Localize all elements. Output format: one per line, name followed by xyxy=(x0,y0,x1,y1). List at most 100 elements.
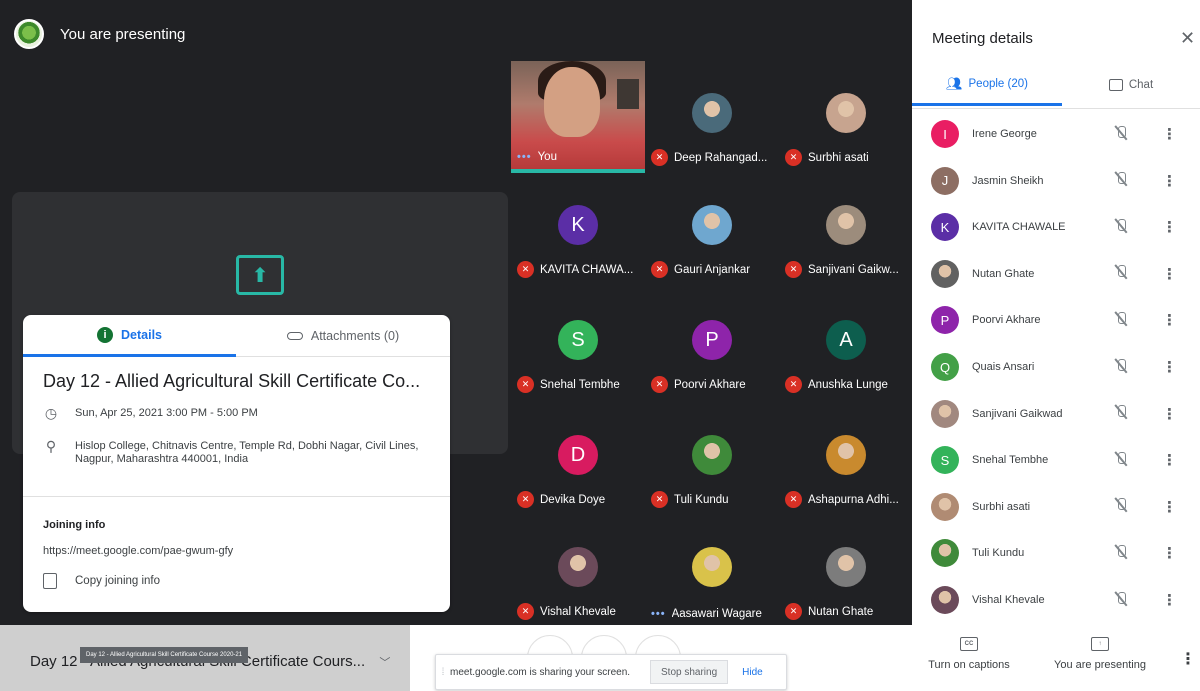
drag-handle-icon[interactable]: ⁞ xyxy=(436,667,450,678)
mic-off-icon: ✕ xyxy=(517,376,534,393)
screen-share-notice: ⁞ meet.google.com is sharing your screen… xyxy=(435,654,787,690)
person-name: Tuli Kundu xyxy=(972,547,1025,560)
participant-name-row: ✕ Vishal Khevale xyxy=(517,603,641,620)
participant-tile[interactable]: ✕ Nutan Ghate xyxy=(779,515,913,626)
more-vert-icon[interactable]: ⋮ xyxy=(1162,265,1177,283)
joining-info-title: Joining info xyxy=(43,519,106,531)
person-name: Sanjivani Gaikwad xyxy=(972,407,1063,420)
mic-off-icon: ✕ xyxy=(785,491,802,508)
person-row[interactable]: I Irene George ⋮ xyxy=(912,111,1200,157)
avatar: A xyxy=(826,320,866,360)
participant-name-row: ✕ Devika Doye xyxy=(517,491,641,508)
participant-name: Nutan Ghate xyxy=(808,605,874,618)
more-vert-icon[interactable]: ⋮ xyxy=(1162,451,1177,469)
copy-joining-info-button[interactable]: Copy joining info xyxy=(43,573,160,589)
person-row[interactable]: Vishal Khevale ⋮ xyxy=(912,577,1200,623)
event-location-row: ⚲ Hislop College, Chitnavis Centre, Temp… xyxy=(43,439,433,466)
person-row[interactable]: K KAVITA CHAWALE ⋮ xyxy=(912,204,1200,250)
stop-sharing-button[interactable]: Stop sharing xyxy=(650,660,729,684)
person-name: Quais Ansari xyxy=(972,361,1035,373)
mic-off-icon: ✕ xyxy=(785,261,802,278)
person-row[interactable]: Tuli Kundu ⋮ xyxy=(912,530,1200,576)
avatar: D xyxy=(558,435,598,475)
person-name: Snehal Tembhe xyxy=(972,454,1049,467)
tab-chat[interactable]: Chat xyxy=(1062,64,1200,106)
tab-people[interactable]: 👥︎ People (20) xyxy=(912,64,1062,106)
participant-tile[interactable]: ✕ Gauri Anjankar xyxy=(645,173,779,284)
more-vert-icon[interactable]: ⋮ xyxy=(1162,218,1177,236)
avatar: P xyxy=(931,306,959,335)
participant-tile[interactable]: ✕ Tuli Kundu xyxy=(645,403,779,514)
presenting-text: You are presenting xyxy=(60,25,186,43)
hide-button[interactable]: Hide xyxy=(742,667,763,678)
participant-tile[interactable]: P ✕ Poorvi Akhare xyxy=(645,288,779,399)
person-name: Poorvi Akhare xyxy=(972,314,1041,327)
person-row[interactable]: Q Quais Ansari ⋮ xyxy=(912,344,1200,390)
mic-off-icon xyxy=(1115,497,1127,516)
tab-chat-label: Chat xyxy=(1128,79,1154,91)
more-vert-icon[interactable]: ⋮ xyxy=(1162,544,1177,562)
participant-tile[interactable]: ✕ Ashapurna Adhi... xyxy=(779,403,913,514)
more-vert-icon[interactable]: ⋮ xyxy=(1162,591,1177,609)
tab-details[interactable]: i Details xyxy=(23,315,236,357)
person-name: Irene George xyxy=(972,128,1037,140)
participant-tile[interactable]: D ✕ Devika Doye xyxy=(511,403,645,514)
participant-tile[interactable]: A ✕ Anushka Lunge xyxy=(779,288,913,399)
avatar xyxy=(931,492,959,521)
participant-tile[interactable]: ••• You xyxy=(511,61,645,173)
participant-tile[interactable]: ••• Aasawari Wagare xyxy=(645,515,779,626)
participant-tile[interactable]: ✕ Sanjivani Gaikw... xyxy=(779,173,913,284)
close-icon: ✕ xyxy=(1180,28,1196,48)
more-options-button[interactable]: ⋮ xyxy=(1180,649,1196,669)
tab-attachments-label: Attachments (0) xyxy=(310,329,400,343)
info-icon: i xyxy=(97,326,113,343)
meeting-name-tooltip: Day 12 - Allied Agricultural Skill Certi… xyxy=(80,647,249,663)
more-vert-icon[interactable]: ⋮ xyxy=(1162,498,1177,516)
participant-tile[interactable]: ✕ Deep Rahangad... xyxy=(645,61,779,172)
video-face xyxy=(544,67,600,137)
participant-name: Ashapurna Adhi... xyxy=(808,493,899,506)
joining-link[interactable]: https://meet.google.com/pae-gwum-gfy xyxy=(43,545,233,557)
tab-people-label: People (20) xyxy=(968,77,1028,90)
event-time: Sun, Apr 25, 2021 3:00 PM - 5:00 PM xyxy=(75,407,258,419)
avatar xyxy=(826,547,866,587)
mic-off-icon xyxy=(1115,311,1127,330)
mic-off-icon: ✕ xyxy=(651,261,668,278)
participant-name: Poorvi Akhare xyxy=(674,378,746,391)
more-vert-icon[interactable]: ⋮ xyxy=(1162,311,1177,329)
mic-off-icon xyxy=(1115,125,1127,144)
avatar xyxy=(826,93,866,133)
chevron-down-icon: ﹀ xyxy=(379,657,391,669)
participant-tile[interactable]: ✕ Vishal Khevale xyxy=(511,515,645,626)
close-panel-button[interactable]: ✕ xyxy=(1180,28,1195,49)
more-vert-icon: ⋮ xyxy=(1180,651,1196,668)
tab-details-label: Details xyxy=(121,327,162,342)
speaking-indicator-icon: ••• xyxy=(517,151,532,163)
participant-tile[interactable]: ✕ Surbhi asati xyxy=(779,61,913,172)
person-row[interactable]: S Snehal Tembhe ⋮ xyxy=(912,437,1200,483)
participant-tile[interactable]: S ✕ Snehal Tembhe xyxy=(511,288,645,399)
participant-name: KAVITA CHAWA... xyxy=(540,263,634,276)
avatar xyxy=(826,205,866,245)
more-vert-icon[interactable]: ⋮ xyxy=(1162,358,1177,376)
more-vert-icon[interactable]: ⋮ xyxy=(1162,125,1177,143)
meeting-name-area[interactable]: Day 12 - Allied Agricultural Skill Certi… xyxy=(0,625,410,691)
participant-tile[interactable]: K ✕ KAVITA CHAWA... xyxy=(511,173,645,284)
person-row[interactable]: Sanjivani Gaikwad ⋮ xyxy=(912,391,1200,437)
person-row[interactable]: P Poorvi Akhare ⋮ xyxy=(912,297,1200,343)
more-vert-icon[interactable]: ⋮ xyxy=(1162,172,1177,190)
avatar: K xyxy=(931,213,959,242)
mic-off-icon: ✕ xyxy=(517,261,534,278)
person-row[interactable]: Nutan Ghate ⋮ xyxy=(912,251,1200,297)
present-now-button[interactable]: ↑ You are presenting xyxy=(1050,637,1150,671)
panel-separator xyxy=(912,108,1200,109)
person-row[interactable]: J Jasmin Sheikh ⋮ xyxy=(912,158,1200,204)
mic-off-icon: ✕ xyxy=(517,603,534,620)
avatar xyxy=(558,547,598,587)
participant-name-row: ✕ Surbhi asati xyxy=(785,149,909,166)
captions-button[interactable]: CC Turn on captions xyxy=(924,637,1014,671)
person-row[interactable]: Surbhi asati ⋮ xyxy=(912,484,1200,530)
tab-attachments[interactable]: Attachments (0) xyxy=(236,315,450,357)
more-vert-icon[interactable]: ⋮ xyxy=(1162,405,1177,423)
copy-joining-info-label: Copy joining info xyxy=(75,575,161,587)
